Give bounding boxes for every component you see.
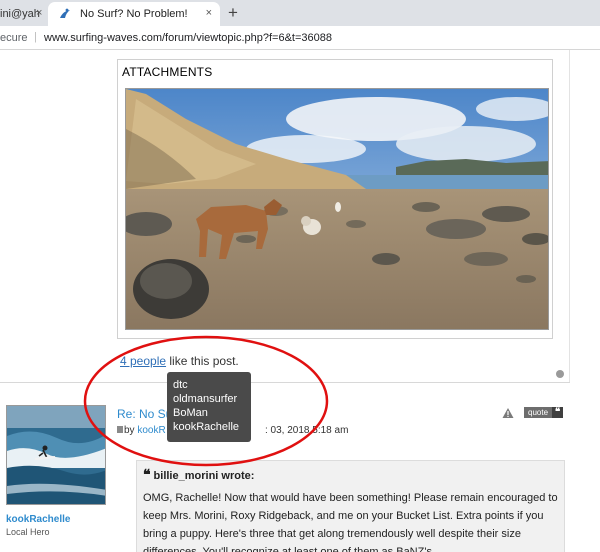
- address-bar[interactable]: ecure | www.surfing-waves.com/forum/view…: [0, 26, 600, 50]
- close-icon[interactable]: ×: [36, 7, 42, 19]
- quote-body: OMG, Rachelle! Now that would have been …: [143, 492, 558, 552]
- quote-button[interactable]: quote ❝: [524, 407, 564, 418]
- tab-inactive-title: ini@yah: [0, 8, 40, 20]
- browser-tab-bar: ini@yah × No Surf? No Problem! × +: [0, 0, 600, 26]
- post-icon: [117, 426, 123, 433]
- username[interactable]: kookRachelle: [6, 514, 106, 525]
- warning-icon[interactable]: [502, 406, 514, 418]
- tab-inactive[interactable]: ini@yah ×: [0, 2, 48, 26]
- by-label: by: [124, 425, 138, 436]
- reply-author-link[interactable]: kookR: [137, 425, 165, 436]
- likes-suffix: like this post.: [166, 354, 239, 368]
- user-rank: Local Hero: [6, 527, 50, 537]
- likers-tooltip: dtc oldmansurfer BoMan kookRachelle: [167, 372, 251, 442]
- quote-author-line: ❝ billie_morini wrote:: [143, 467, 558, 483]
- reply-date: : 03, 2018 5:18 am: [265, 425, 349, 436]
- tab-active[interactable]: No Surf? No Problem! ×: [48, 2, 220, 26]
- quote-box: ❝ billie_morini wrote: OMG, Rachelle! Now…: [136, 460, 565, 552]
- new-tab-icon[interactable]: +: [228, 3, 238, 23]
- likes-line: 4 people like this post.: [120, 354, 239, 368]
- attachments-box: ATTACHMENTS: [117, 59, 553, 339]
- reply-meta: by kookR : 03, 2018 5:18 am: [117, 425, 348, 436]
- liker-name[interactable]: dtc: [173, 378, 245, 392]
- post-block: ATTACHMENTS 4 people like this post.: [0, 50, 570, 382]
- surfer-favicon-icon: [58, 7, 72, 21]
- quote-label: quote: [524, 407, 553, 418]
- quote-icon: ❝: [552, 407, 564, 418]
- quote-author: billie_morini wrote:: [153, 470, 255, 482]
- likes-link[interactable]: 4 people: [120, 354, 166, 368]
- address-separator: |: [34, 31, 37, 43]
- liker-name[interactable]: kookRachelle: [173, 420, 245, 434]
- url-text[interactable]: www.surfing-waves.com/forum/viewtopic.ph…: [44, 32, 332, 44]
- liker-name[interactable]: oldmansurfer: [173, 392, 245, 406]
- avatar[interactable]: [6, 405, 106, 505]
- beach-dogs-photo[interactable]: [125, 88, 549, 330]
- scroll-dot-icon[interactable]: [556, 370, 564, 378]
- tab-active-title: No Surf? No Problem!: [80, 8, 188, 20]
- quote-mark-icon: ❝: [143, 467, 151, 483]
- attachments-title: ATTACHMENTS: [122, 65, 213, 79]
- user-panel: kookRachelle Local Hero: [6, 405, 106, 537]
- liker-name[interactable]: BoMan: [173, 406, 245, 420]
- security-label[interactable]: ecure: [0, 32, 28, 44]
- close-icon[interactable]: ×: [206, 7, 212, 19]
- post-divider: [0, 382, 570, 383]
